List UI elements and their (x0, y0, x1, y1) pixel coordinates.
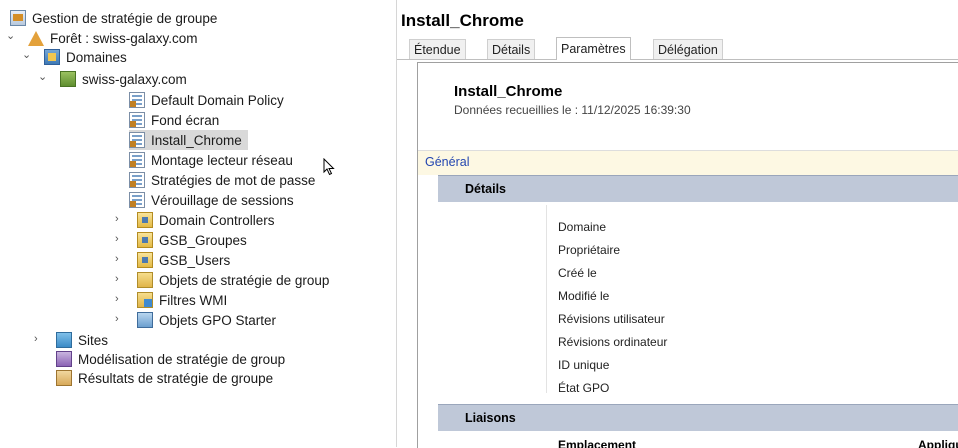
settings-report: Install_Chrome Données recueillies le : … (417, 62, 958, 448)
tree-gpo-objects[interactable]: Objets de stratégie de group (137, 270, 329, 290)
details-section-label: Détails (465, 182, 506, 196)
chevron-right-icon[interactable]: › (115, 314, 125, 325)
detail-label: Propriétaire (558, 243, 621, 257)
wmi-filter-icon (137, 292, 153, 308)
starter-gpo-icon (137, 312, 153, 328)
detail-label: Domaine (558, 220, 607, 234)
detail-label: Révisions utilisateur (558, 312, 665, 326)
chevron-right-icon[interactable]: › (115, 294, 125, 305)
tree-gpo-label: Fond écran (151, 112, 220, 128)
tree-gpo-label: Vérouillage de sessions (151, 192, 294, 208)
detail-label: État GPO (558, 381, 610, 395)
sites-icon (56, 332, 72, 348)
tree-ou[interactable]: GSB_Users (137, 250, 230, 270)
tree-modeling-label: Modélisation de stratégie de group (78, 351, 286, 367)
tree-wmi-label: Filtres WMI (159, 292, 228, 308)
gpo-link-icon (129, 152, 145, 168)
tree-results[interactable]: Résultats de stratégie de groupe (56, 368, 273, 388)
general-band: Général (418, 150, 958, 175)
gpo-link-icon (129, 112, 145, 128)
details-section-header[interactable]: Détails (438, 175, 958, 202)
tree-domain[interactable]: swiss-galaxy.com (60, 69, 187, 89)
general-link[interactable]: Général (425, 155, 469, 169)
tree-starter-label: Objets GPO Starter (159, 312, 277, 328)
tree-forest[interactable]: Forêt : swiss-galaxy.com (28, 28, 198, 48)
gpo-tree-panel: Gestion de stratégie de groupe ⌄ Forêt :… (0, 0, 397, 447)
tree-forest-label: Forêt : swiss-galaxy.com (50, 30, 198, 46)
links-section-header[interactable]: Liaisons (438, 404, 958, 431)
organizational-unit-icon (137, 232, 153, 248)
report-title: Install_Chrome (454, 83, 563, 100)
forest-icon (28, 30, 44, 46)
report-collected-date: Données recueillies le : 11/12/2025 16:3… (454, 103, 691, 117)
organizational-unit-icon (137, 212, 153, 228)
tree-ou[interactable]: Domain Controllers (137, 210, 275, 230)
tree-gpo-objects-label: Objets de stratégie de group (159, 272, 330, 288)
detail-label: ID unique (558, 358, 610, 372)
details-divider (546, 205, 547, 393)
chevron-right-icon[interactable]: › (115, 274, 125, 285)
gpo-link-icon (129, 92, 145, 108)
tab-bar: Étendue Détails Paramètres Délégation (397, 37, 958, 60)
tree-root-label: Gestion de stratégie de groupe (32, 10, 218, 26)
detail-label: Modifié le (558, 289, 610, 303)
domain-icon (60, 71, 76, 87)
tree-wmi-filters[interactable]: Filtres WMI (137, 290, 227, 310)
tree-gpo-link[interactable]: Stratégies de mot de passe (129, 170, 315, 190)
tree-gpo-link[interactable]: Montage lecteur réseau (129, 150, 293, 170)
modeling-wizard-icon (56, 351, 72, 367)
chevron-down-icon[interactable]: ⌄ (6, 31, 16, 42)
tree-gpo-label: Default Domain Policy (151, 92, 284, 108)
tab-delegation[interactable]: Délégation (653, 39, 723, 59)
chevron-right-icon[interactable]: › (115, 254, 125, 265)
pane-title: Install_Chrome (401, 11, 524, 30)
tree-ou-label: GSB_Groupes (159, 232, 247, 248)
tab-scope[interactable]: Étendue (409, 39, 466, 59)
tree-domains-label: Domaines (66, 49, 127, 65)
chevron-down-icon[interactable]: ⌄ (22, 50, 32, 61)
tree-gpo-link-selected[interactable]: Install_Chrome (129, 130, 248, 150)
tree-sites[interactable]: Sites (56, 330, 108, 350)
tree-sites-label: Sites (78, 332, 109, 348)
tab-settings[interactable]: Paramètres (556, 37, 631, 60)
tree-gpo-label: Montage lecteur réseau (151, 152, 293, 168)
mouse-cursor-icon (323, 158, 335, 176)
gpo-objects-folder-icon (137, 272, 153, 288)
tree-starter-gpos[interactable]: Objets GPO Starter (137, 310, 276, 330)
tree-ou[interactable]: GSB_Groupes (137, 230, 247, 250)
tree-domains[interactable]: Domaines (44, 47, 127, 67)
tab-details[interactable]: Détails (487, 39, 536, 59)
tree-ou-label: Domain Controllers (159, 212, 275, 228)
tree-gpo-link[interactable]: Default Domain Policy (129, 90, 284, 110)
domains-icon (44, 49, 60, 65)
chevron-down-icon[interactable]: ⌄ (38, 72, 48, 83)
tree-gpo-link[interactable]: Vérouillage de sessions (129, 190, 294, 210)
links-section-label: Liaisons (465, 411, 516, 425)
detail-label: Créé le (558, 266, 597, 280)
organizational-unit-icon (137, 252, 153, 268)
tree-gpo-label: Stratégies de mot de passe (151, 172, 316, 188)
tree-results-label: Résultats de stratégie de groupe (78, 370, 274, 386)
group-policy-management-icon (10, 10, 26, 26)
tree-root-gpm[interactable]: Gestion de stratégie de groupe (10, 8, 217, 28)
results-icon (56, 370, 72, 386)
tree-domain-label: swiss-galaxy.com (82, 71, 187, 87)
tree-modeling[interactable]: Modélisation de stratégie de group (56, 349, 285, 369)
tree-gpo-label: Install_Chrome (151, 132, 242, 148)
gpo-link-icon (129, 192, 145, 208)
tree-gpo-link[interactable]: Fond écran (129, 110, 219, 130)
gpo-link-icon (129, 172, 145, 188)
gpo-details-pane: Install_Chrome Étendue Détails Paramètre… (397, 0, 958, 448)
detail-label: Révisions ordinateur (558, 335, 668, 349)
chevron-right-icon[interactable]: › (34, 334, 44, 345)
gpo-link-icon (129, 132, 145, 148)
chevron-right-icon[interactable]: › (115, 234, 125, 245)
tree-ou-label: GSB_Users (159, 252, 231, 268)
chevron-right-icon[interactable]: › (115, 214, 125, 225)
